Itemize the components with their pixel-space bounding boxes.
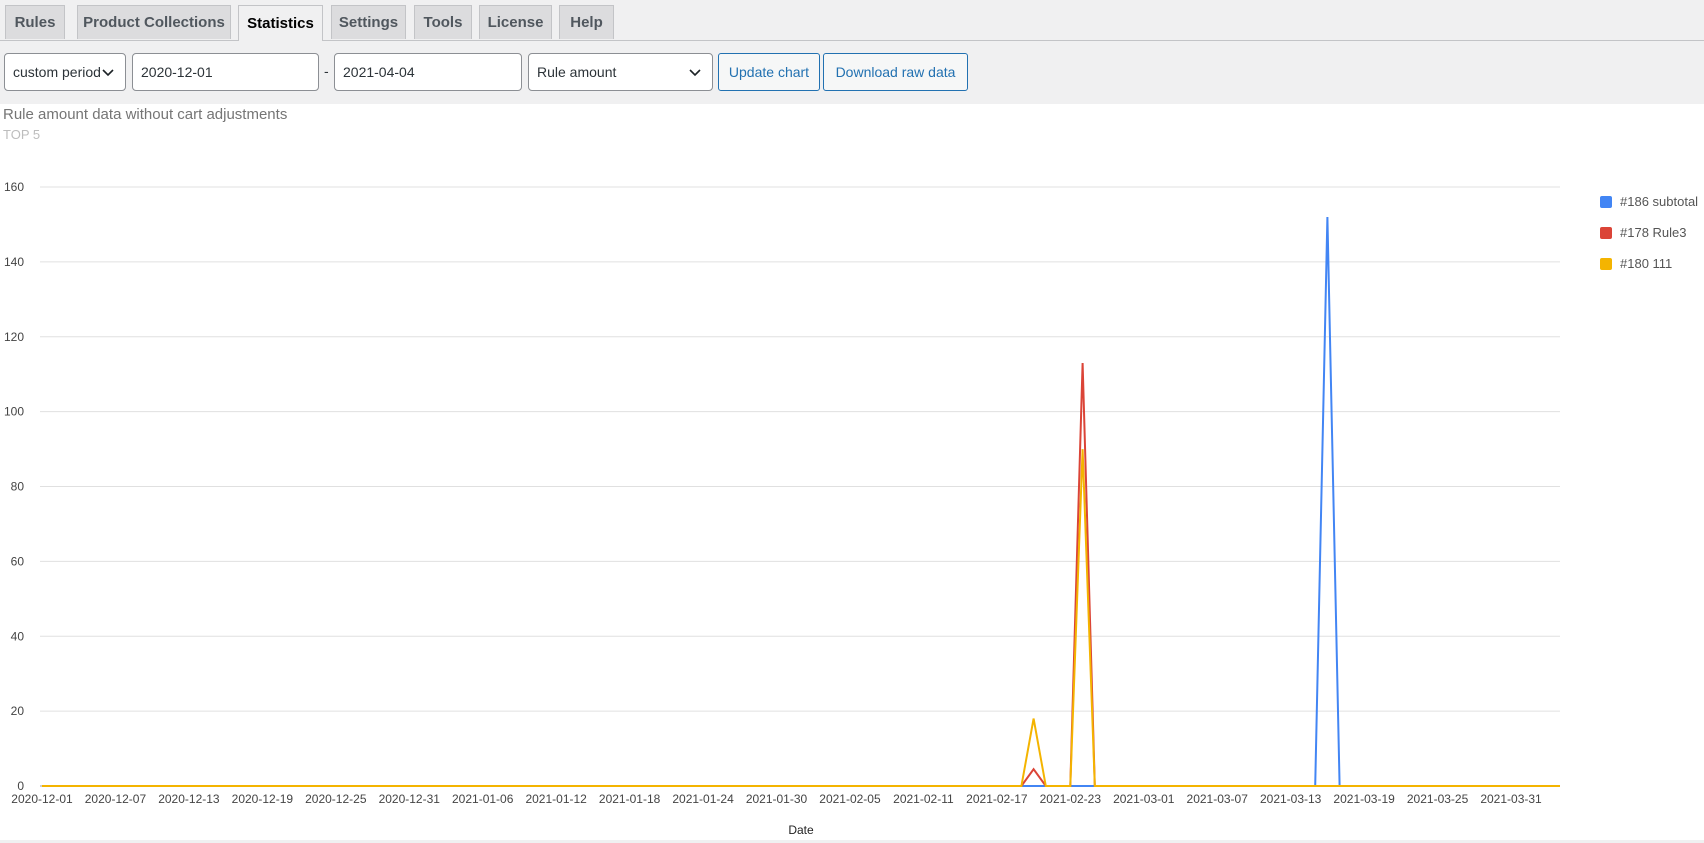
y-tick-label: 0 [17,779,24,793]
period-select-value: custom period [13,64,101,80]
line-chart: Rule amount data without cart adjustment… [3,106,1560,837]
x-tick-label: 2021-03-31 [1480,792,1542,806]
x-tick-label: 2021-03-13 [1260,792,1322,806]
x-tick-label: 2021-03-07 [1187,792,1249,806]
legend-swatch [1600,195,1612,208]
x-tick-label: 2021-03-01 [1113,792,1175,806]
x-tick-label: 2020-12-13 [158,792,220,806]
y-tick-label: 80 [11,480,25,494]
legend-swatch [1600,257,1612,270]
tab-tools[interactable]: Tools [414,5,472,39]
x-tick-label: 2021-01-24 [672,792,734,806]
x-axis-label: Date [788,823,814,837]
chart-panel: Rule amount data without cart adjustment… [0,104,1704,840]
tab-help[interactable]: Help [559,5,614,39]
legend-label: #178 Rule3 [1620,225,1687,240]
x-tick-label: 2021-03-19 [1333,792,1395,806]
legend-swatch [1600,226,1612,239]
metric-select[interactable]: Rule amount [528,53,713,91]
x-tick-label: 2020-12-25 [305,792,367,806]
y-tick-label: 120 [4,330,24,344]
tab-rules[interactable]: Rules [5,5,65,39]
date-from-value: 2020-12-01 [141,64,213,80]
x-tick-label: 2020-12-19 [232,792,294,806]
date-from-input[interactable]: 2020-12-01 [132,53,319,91]
x-tick-label: 2021-02-05 [819,792,881,806]
series-line [42,216,1560,787]
legend-item[interactable]: #186 subtotal [1600,194,1698,209]
download-raw-data-button[interactable]: Download raw data [823,53,968,91]
date-separator: - [324,63,329,79]
x-tick-label: 2021-01-06 [452,792,514,806]
tab-product-collections[interactable]: Product Collections [77,5,231,39]
x-tick-label: 2021-03-25 [1407,792,1469,806]
x-tick-label: 2020-12-31 [379,792,441,806]
y-tick-label: 20 [11,704,25,718]
period-select[interactable]: custom period [4,53,126,91]
y-tick-label: 40 [11,629,25,643]
x-tick-label: 2021-02-17 [966,792,1028,806]
legend-item[interactable]: #180 111 [1600,256,1672,271]
date-to-value: 2021-04-04 [343,64,415,80]
chevron-down-icon [102,69,114,77]
chevron-down-icon [689,69,701,77]
legend-label: #180 111 [1620,256,1673,271]
filter-toolbar: custom period 2020-12-01 - 2021-04-04 Ru… [0,53,1704,93]
x-tick-label: 2020-12-01 [11,792,73,806]
x-tick-label: 2021-02-11 [893,792,954,806]
legend-item[interactable]: #178 Rule3 [1600,225,1687,240]
x-tick-label: 2021-01-12 [525,792,587,806]
date-to-input[interactable]: 2021-04-04 [334,53,522,91]
series-line [42,449,1560,787]
x-tick-label: 2021-02-23 [1040,792,1102,806]
y-tick-label: 140 [4,255,24,269]
legend-label: #186 subtotal [1620,194,1699,209]
x-tick-label: 2020-12-07 [85,792,147,806]
tab-statistics[interactable]: Statistics [238,5,323,41]
chart-title: Rule amount data without cart adjustment… [3,106,287,123]
tab-license[interactable]: License [479,5,552,39]
chart-subtitle: TOP 5 [3,127,40,142]
tab-settings[interactable]: Settings [331,5,406,39]
x-tick-label: 2021-01-30 [746,792,808,806]
y-tick-label: 100 [4,405,24,419]
tab-bar: Rules Product Collections Statistics Set… [0,0,1704,41]
update-chart-button[interactable]: Update chart [718,53,820,91]
x-tick-label: 2021-01-18 [599,792,661,806]
metric-select-value: Rule amount [537,64,617,80]
y-tick-label: 160 [4,180,24,194]
y-tick-label: 60 [11,554,25,568]
